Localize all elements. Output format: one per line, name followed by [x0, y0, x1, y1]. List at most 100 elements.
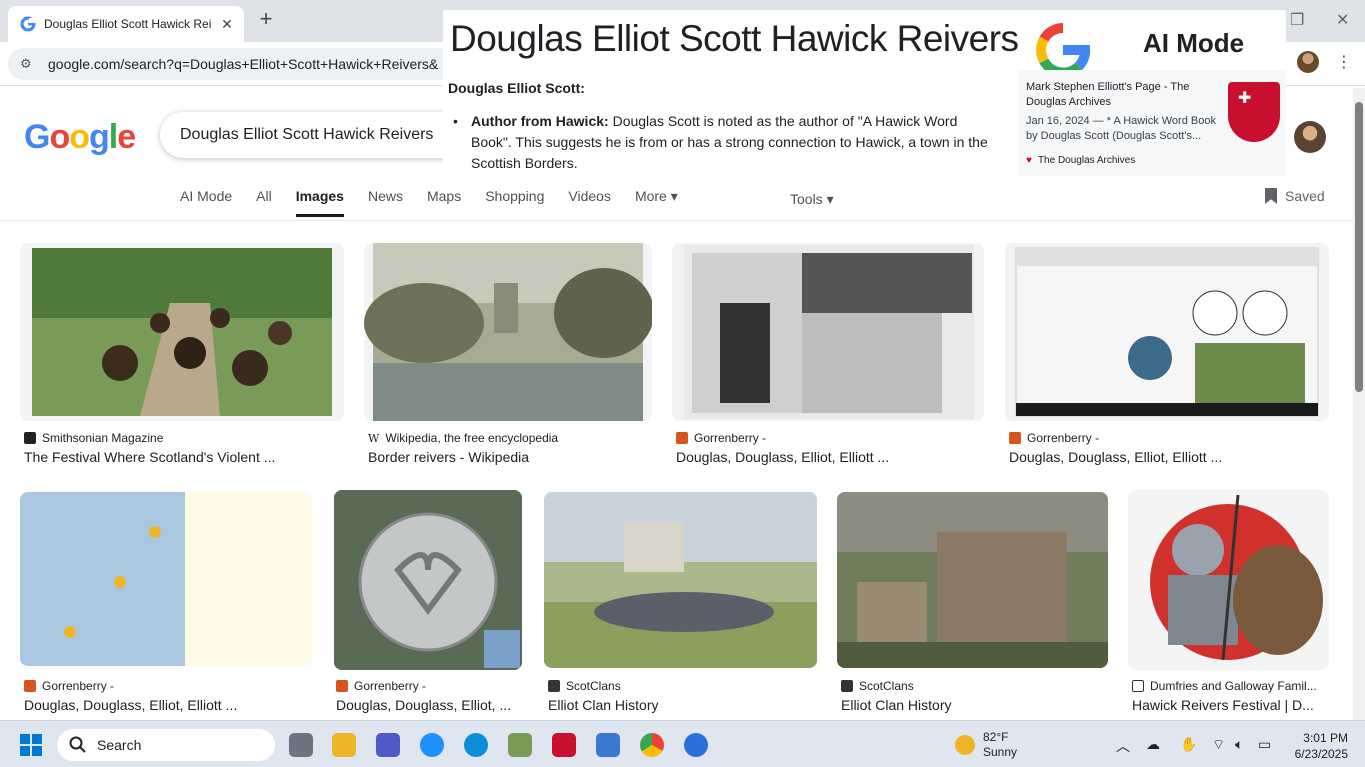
app-icon[interactable] [684, 733, 708, 757]
taskbar-search[interactable]: Search [57, 729, 275, 761]
tab-title: Douglas Elliot Scott Hawick Rei [44, 17, 212, 31]
result-image-4[interactable] [1005, 243, 1329, 421]
dumfries-icon [1132, 680, 1144, 692]
teams-icon[interactable] [376, 733, 400, 757]
manor-house-painting [837, 492, 1108, 668]
result-title-7[interactable]: Elliot Clan History [548, 697, 818, 713]
card-title[interactable]: Mark Stephen Elliott's Page - The Dougla… [1026, 80, 1216, 110]
result-image-5[interactable] [20, 492, 312, 666]
result-title-9[interactable]: Hawick Reivers Festival | D... [1132, 697, 1332, 713]
result-image-3[interactable] [672, 243, 984, 421]
result-title-1[interactable]: The Festival Where Scotland's Violent ..… [24, 449, 324, 465]
edge-icon[interactable] [464, 733, 488, 757]
google-logo[interactable]: Google [24, 118, 136, 157]
heart-icon: ♥ [1026, 155, 1032, 166]
result-source-7[interactable]: ScotClans [548, 679, 621, 693]
source-label: Smithsonian Magazine [42, 431, 164, 445]
result-title-2[interactable]: Border reivers - Wikipedia [368, 449, 648, 465]
tab-news[interactable]: News [368, 188, 403, 217]
app-icon[interactable] [420, 733, 444, 757]
result-image-9[interactable] [1128, 490, 1329, 670]
source-label: Gorrenberry - [354, 679, 427, 693]
google-favicon-icon [20, 16, 36, 32]
search-query[interactable]: Douglas Elliot Scott Hawick Reivers [180, 126, 433, 144]
system-clock[interactable]: 3:01 PM 6/23/2025 [1290, 730, 1348, 762]
tab-all[interactable]: All [256, 188, 272, 217]
result-image-2[interactable] [364, 243, 652, 421]
ai-subheading: Douglas Elliot Scott: [448, 80, 585, 96]
tab-more[interactable]: More ▾ [635, 188, 678, 217]
result-title-3[interactable]: Douglas, Douglass, Elliot, Elliott ... [676, 449, 976, 465]
sun-icon [955, 735, 975, 755]
card-source[interactable]: ♥ The Douglas Archives [1026, 155, 1135, 166]
cloud-icon[interactable]: ☁ [1146, 736, 1160, 753]
result-source-4[interactable]: Gorrenberry - [1009, 431, 1099, 445]
source-label: ScotClans [859, 679, 914, 693]
browser-tab[interactable]: Douglas Elliot Scott Hawick Rei ✕ [8, 6, 244, 42]
scotclans-icon [841, 680, 853, 692]
ai-bullet-heading: Author from Hawick: [471, 113, 609, 129]
windows-start-icon[interactable] [20, 734, 42, 756]
clock-time: 3:01 PM [1303, 731, 1348, 745]
browser-menu-icon[interactable]: ⋮ [1336, 52, 1352, 72]
app-icon[interactable] [552, 733, 576, 757]
dna-map-screenshot [20, 492, 312, 666]
result-image-6[interactable] [334, 490, 522, 670]
restore-window-icon[interactable]: ❐ [1290, 10, 1304, 30]
site-info-icon[interactable]: ⚙ [20, 56, 36, 72]
card-description: Jan 16, 2024 — * A Hawick Word Book by D… [1026, 115, 1216, 142]
saved-button[interactable]: Saved [1265, 188, 1325, 204]
battle-painting [544, 492, 817, 668]
ai-source-card[interactable]: Mark Stephen Elliott's Page - The Dougla… [1018, 70, 1286, 176]
result-source-2[interactable]: W Wikipedia, the free encyclopedia [368, 431, 558, 445]
close-window-icon[interactable]: ✕ [1336, 10, 1349, 30]
source-label: Gorrenberry - [42, 679, 115, 693]
result-title-6[interactable]: Douglas, Douglass, Elliot, ... [336, 697, 526, 713]
page-scrollbar[interactable] [1353, 88, 1365, 720]
source-label: Wikipedia, the free encyclopedia [385, 431, 559, 445]
battery-icon[interactable]: ▭ [1258, 736, 1271, 753]
chevron-up-icon[interactable]: ︿ [1116, 736, 1130, 756]
tab-close-icon[interactable]: ✕ [218, 16, 236, 33]
result-source-3[interactable]: Gorrenberry - [676, 431, 766, 445]
google-account-avatar[interactable] [1294, 121, 1326, 153]
result-title-4[interactable]: Douglas, Douglass, Elliot, Elliott ... [1009, 449, 1309, 465]
browser-profile-avatar[interactable] [1297, 51, 1319, 73]
notepad-icon[interactable] [596, 733, 620, 757]
tab-shopping[interactable]: Shopping [485, 188, 544, 217]
result-source-9[interactable]: Dumfries and Galloway Famil... [1132, 679, 1317, 693]
task-view-icon[interactable] [289, 733, 313, 757]
scotclans-icon [548, 680, 560, 692]
file-explorer-icon[interactable] [332, 733, 356, 757]
tab-videos[interactable]: Videos [568, 188, 611, 217]
url-text[interactable]: google.com/search?q=Douglas+Elliot+Scott… [48, 56, 438, 72]
result-image-1[interactable] [20, 243, 344, 421]
tools-button[interactable]: Tools ▾ [790, 191, 834, 208]
ai-bullet: Author from Hawick: Douglas Scott is not… [453, 111, 1001, 174]
volume-icon[interactable]: 🔈︎ [1235, 736, 1243, 753]
new-tab-button[interactable]: + [254, 8, 278, 32]
result-source-5[interactable]: Gorrenberry - [24, 679, 114, 693]
tab-maps[interactable]: Maps [427, 188, 461, 217]
app-icon[interactable] [508, 733, 532, 757]
scrollbar-thumb[interactable] [1355, 102, 1363, 392]
wifi-icon[interactable]: ⌔ [1212, 736, 1225, 754]
result-image-7[interactable] [544, 492, 817, 668]
result-source-1[interactable]: Smithsonian Magazine [24, 431, 163, 445]
result-source-6[interactable]: Gorrenberry - [336, 679, 426, 693]
douglas-crest-icon: ✚ [1228, 82, 1280, 142]
card-source-label: The Douglas Archives [1037, 155, 1136, 166]
search-icon [69, 736, 86, 753]
tab-images[interactable]: Images [295, 188, 344, 217]
result-title-5[interactable]: Douglas, Douglass, Elliot, Elliott ... [24, 697, 314, 713]
saved-label: Saved [1285, 188, 1325, 204]
result-image-8[interactable] [837, 492, 1108, 668]
clock-date: 6/23/2025 [1294, 747, 1348, 761]
tab-ai-mode[interactable]: AI Mode [180, 188, 232, 217]
chrome-icon[interactable] [640, 733, 664, 757]
app-tray-icon[interactable]: ✋ [1180, 736, 1197, 753]
source-label: Gorrenberry - [1027, 431, 1100, 445]
weather-widget[interactable]: 82°F Sunny [955, 730, 1017, 760]
result-title-8[interactable]: Elliot Clan History [841, 697, 1111, 713]
result-source-8[interactable]: ScotClans [841, 679, 914, 693]
